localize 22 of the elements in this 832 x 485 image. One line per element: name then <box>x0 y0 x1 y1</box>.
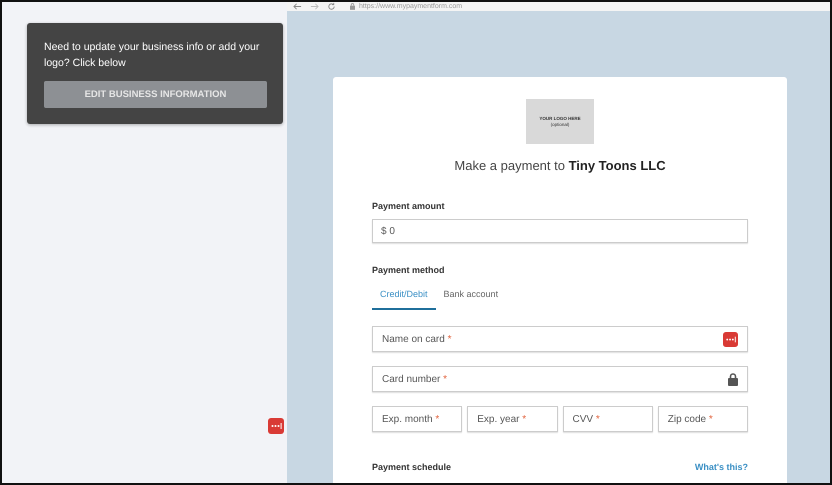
forward-icon[interactable] <box>310 2 319 11</box>
help-link[interactable]: What's this? <box>694 462 748 472</box>
lock-icon <box>728 372 738 386</box>
amount-field[interactable]: $ 0 <box>372 219 748 243</box>
card-field[interactable]: Exp. month * <box>372 406 462 432</box>
lock-icon <box>350 3 355 10</box>
card-field[interactable]: Name on card * <box>372 326 748 352</box>
card-field[interactable]: Exp. year * <box>467 406 558 432</box>
field-label: Payment method <box>372 265 446 275</box>
info-message: Need to update your business info or add your logo? Click below <box>44 40 260 71</box>
field-label: Payment schedule <box>372 462 452 472</box>
reload-icon[interactable] <box>327 2 336 11</box>
password-manager-icon[interactable] <box>723 332 738 346</box>
payment-method-tab[interactable]: Bank account <box>436 285 506 310</box>
password-manager-icon[interactable] <box>268 418 284 434</box>
card-field[interactable]: Zip code * <box>658 406 748 432</box>
card-field[interactable]: Card number * <box>372 366 748 392</box>
payment-method-tab[interactable]: Credit/Debit <box>372 285 436 310</box>
back-icon[interactable] <box>293 2 302 11</box>
field-label: Payment amount <box>372 201 446 211</box>
card-field[interactable]: CVV * <box>562 406 653 432</box>
form-heading: Make a payment to Tiny Toons LLC <box>453 158 667 173</box>
